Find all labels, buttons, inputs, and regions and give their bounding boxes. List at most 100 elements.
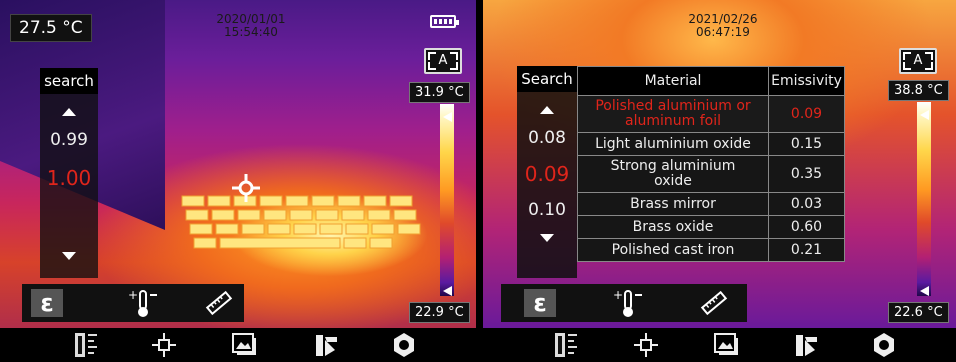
auto-label: A — [913, 53, 923, 68]
table-header-row: Material Emissivity — [577, 66, 845, 96]
emissivity-button[interactable]: ε — [523, 288, 557, 318]
epsilon-icon: ε — [524, 289, 556, 317]
min-temperature: 22.6 °C — [888, 302, 949, 323]
palette-button[interactable] — [312, 332, 340, 358]
search-label[interactable]: search — [40, 68, 98, 94]
emissivity-option-selected[interactable]: 1.00 — [40, 166, 98, 190]
ruler-icon — [205, 290, 233, 316]
material-cell: Strong aluminium oxide — [577, 155, 769, 193]
gallery-button[interactable] — [712, 332, 740, 358]
scroll-down-arrow[interactable] — [517, 234, 577, 242]
right-thermal-view: 2021/02/26 06:47:19 Search 0.08 0.09 0.1… — [483, 0, 956, 328]
gallery-icon — [232, 333, 256, 355]
emissivity-option-selected[interactable]: 0.09 — [517, 162, 577, 186]
emissivity-search-panel: Search 0.08 0.09 0.10 — [517, 66, 577, 278]
distance-button[interactable] — [697, 288, 731, 318]
material-header: Material — [577, 66, 769, 96]
ruler-icon — [700, 290, 728, 316]
settings-button[interactable] — [870, 332, 898, 358]
battery-icon — [430, 15, 459, 28]
measurement-toolbar: ε + — [501, 284, 747, 322]
table-row[interactable]: Light aluminium oxide 0.15 — [577, 132, 845, 156]
scroll-down-arrow[interactable] — [40, 252, 98, 260]
table-row[interactable]: Brass oxide 0.60 — [577, 215, 845, 239]
crosshair-button[interactable] — [632, 332, 660, 358]
thermometer-icon — [75, 333, 97, 357]
auto-range-button[interactable]: A — [899, 48, 937, 74]
material-cell: Polished cast iron — [577, 238, 769, 262]
temperature-range-button[interactable]: + — [611, 288, 645, 318]
search-label[interactable]: Search — [517, 66, 577, 92]
min-temperature: 22.9 °C — [409, 302, 470, 323]
material-cell: Polished aluminium or aluminum foil — [577, 95, 769, 133]
left-thermal-view: 27.5 °C 2020/01/01 15:54:40 search 0.99 … — [0, 0, 476, 328]
emissivity-cell: 0.60 — [768, 215, 845, 239]
distance-button[interactable] — [202, 288, 236, 318]
scroll-up-arrow[interactable] — [517, 106, 577, 114]
datetime: 2020/01/01 15:54:40 — [206, 13, 296, 39]
max-temperature: 38.8 °C — [888, 80, 949, 101]
table-row[interactable]: Brass mirror 0.03 — [577, 192, 845, 216]
temperature-range-icon: + — [613, 288, 642, 317]
emissivity-option[interactable]: 0.08 — [517, 128, 577, 148]
keyboard-heat-pattern — [181, 195, 421, 249]
time-text: 15:54:40 — [224, 25, 278, 39]
emissivity-cell: 0.03 — [768, 192, 845, 216]
svg-text:+: + — [128, 288, 138, 302]
measurement-toolbar: ε + — [22, 284, 244, 322]
emissivity-cell: 0.35 — [768, 155, 845, 193]
crosshair-icon — [152, 333, 176, 357]
settings-icon — [874, 333, 894, 357]
thermometer-button[interactable] — [552, 332, 580, 358]
gallery-button[interactable] — [230, 332, 258, 358]
crosshair-icon — [634, 333, 658, 357]
emissivity-option[interactable]: 0.99 — [40, 130, 98, 150]
scale-max-marker-icon — [920, 110, 929, 120]
temperature-range-button[interactable]: + — [126, 288, 160, 318]
auto-range-button[interactable]: A — [424, 48, 462, 74]
material-table: Material Emissivity Polished aluminium o… — [577, 66, 845, 262]
emissivity-button[interactable]: ε — [30, 288, 64, 318]
scroll-up-arrow[interactable] — [40, 108, 98, 116]
crosshair-button[interactable] — [150, 332, 178, 358]
scale-min-marker-icon — [920, 286, 929, 296]
emissivity-header: Emissivity — [768, 66, 845, 96]
arrow-up-icon — [540, 106, 554, 114]
spot-temperature: 27.5 °C — [10, 14, 92, 42]
settings-icon — [394, 333, 414, 357]
palette-button[interactable] — [792, 332, 820, 358]
auto-label: A — [438, 53, 448, 68]
material-cell: Light aluminium oxide — [577, 132, 769, 156]
table-row[interactable]: Strong aluminium oxide 0.35 — [577, 155, 845, 193]
emissivity-cell: 0.09 — [768, 95, 845, 133]
material-cell: Brass mirror — [577, 192, 769, 216]
scale-max-marker-icon — [443, 112, 452, 122]
thermometer-button[interactable] — [72, 332, 100, 358]
emissivity-cell: 0.21 — [768, 238, 845, 262]
gallery-icon — [714, 333, 738, 355]
color-scale-bar — [917, 102, 931, 296]
table-row[interactable]: Polished cast iron 0.21 — [577, 238, 845, 262]
arrow-up-icon — [62, 108, 76, 116]
epsilon-icon: ε — [31, 289, 63, 317]
bottom-navigation-bar — [0, 328, 956, 362]
material-cell: Brass oxide — [577, 215, 769, 239]
arrow-down-icon — [540, 234, 554, 242]
palette-icon — [316, 335, 337, 356]
color-scale-bar — [440, 104, 454, 296]
time-text: 06:47:19 — [696, 25, 750, 39]
emissivity-cell: 0.15 — [768, 132, 845, 156]
arrow-down-icon — [62, 252, 76, 260]
datetime: 2021/02/26 06:47:19 — [678, 13, 768, 39]
emissivity-option[interactable]: 0.10 — [517, 200, 577, 220]
temperature-range-icon: + — [128, 288, 157, 317]
scale-min-marker-icon — [443, 286, 452, 296]
max-temperature: 31.9 °C — [409, 82, 470, 103]
emissivity-search-panel: search 0.99 1.00 — [40, 68, 98, 278]
settings-button[interactable] — [390, 332, 418, 358]
crosshair-marker-icon — [232, 174, 260, 202]
thermometer-icon — [555, 333, 577, 357]
svg-text:+: + — [613, 288, 623, 302]
palette-icon — [796, 335, 817, 356]
table-row-selected[interactable]: Polished aluminium or aluminum foil 0.09 — [577, 95, 845, 133]
